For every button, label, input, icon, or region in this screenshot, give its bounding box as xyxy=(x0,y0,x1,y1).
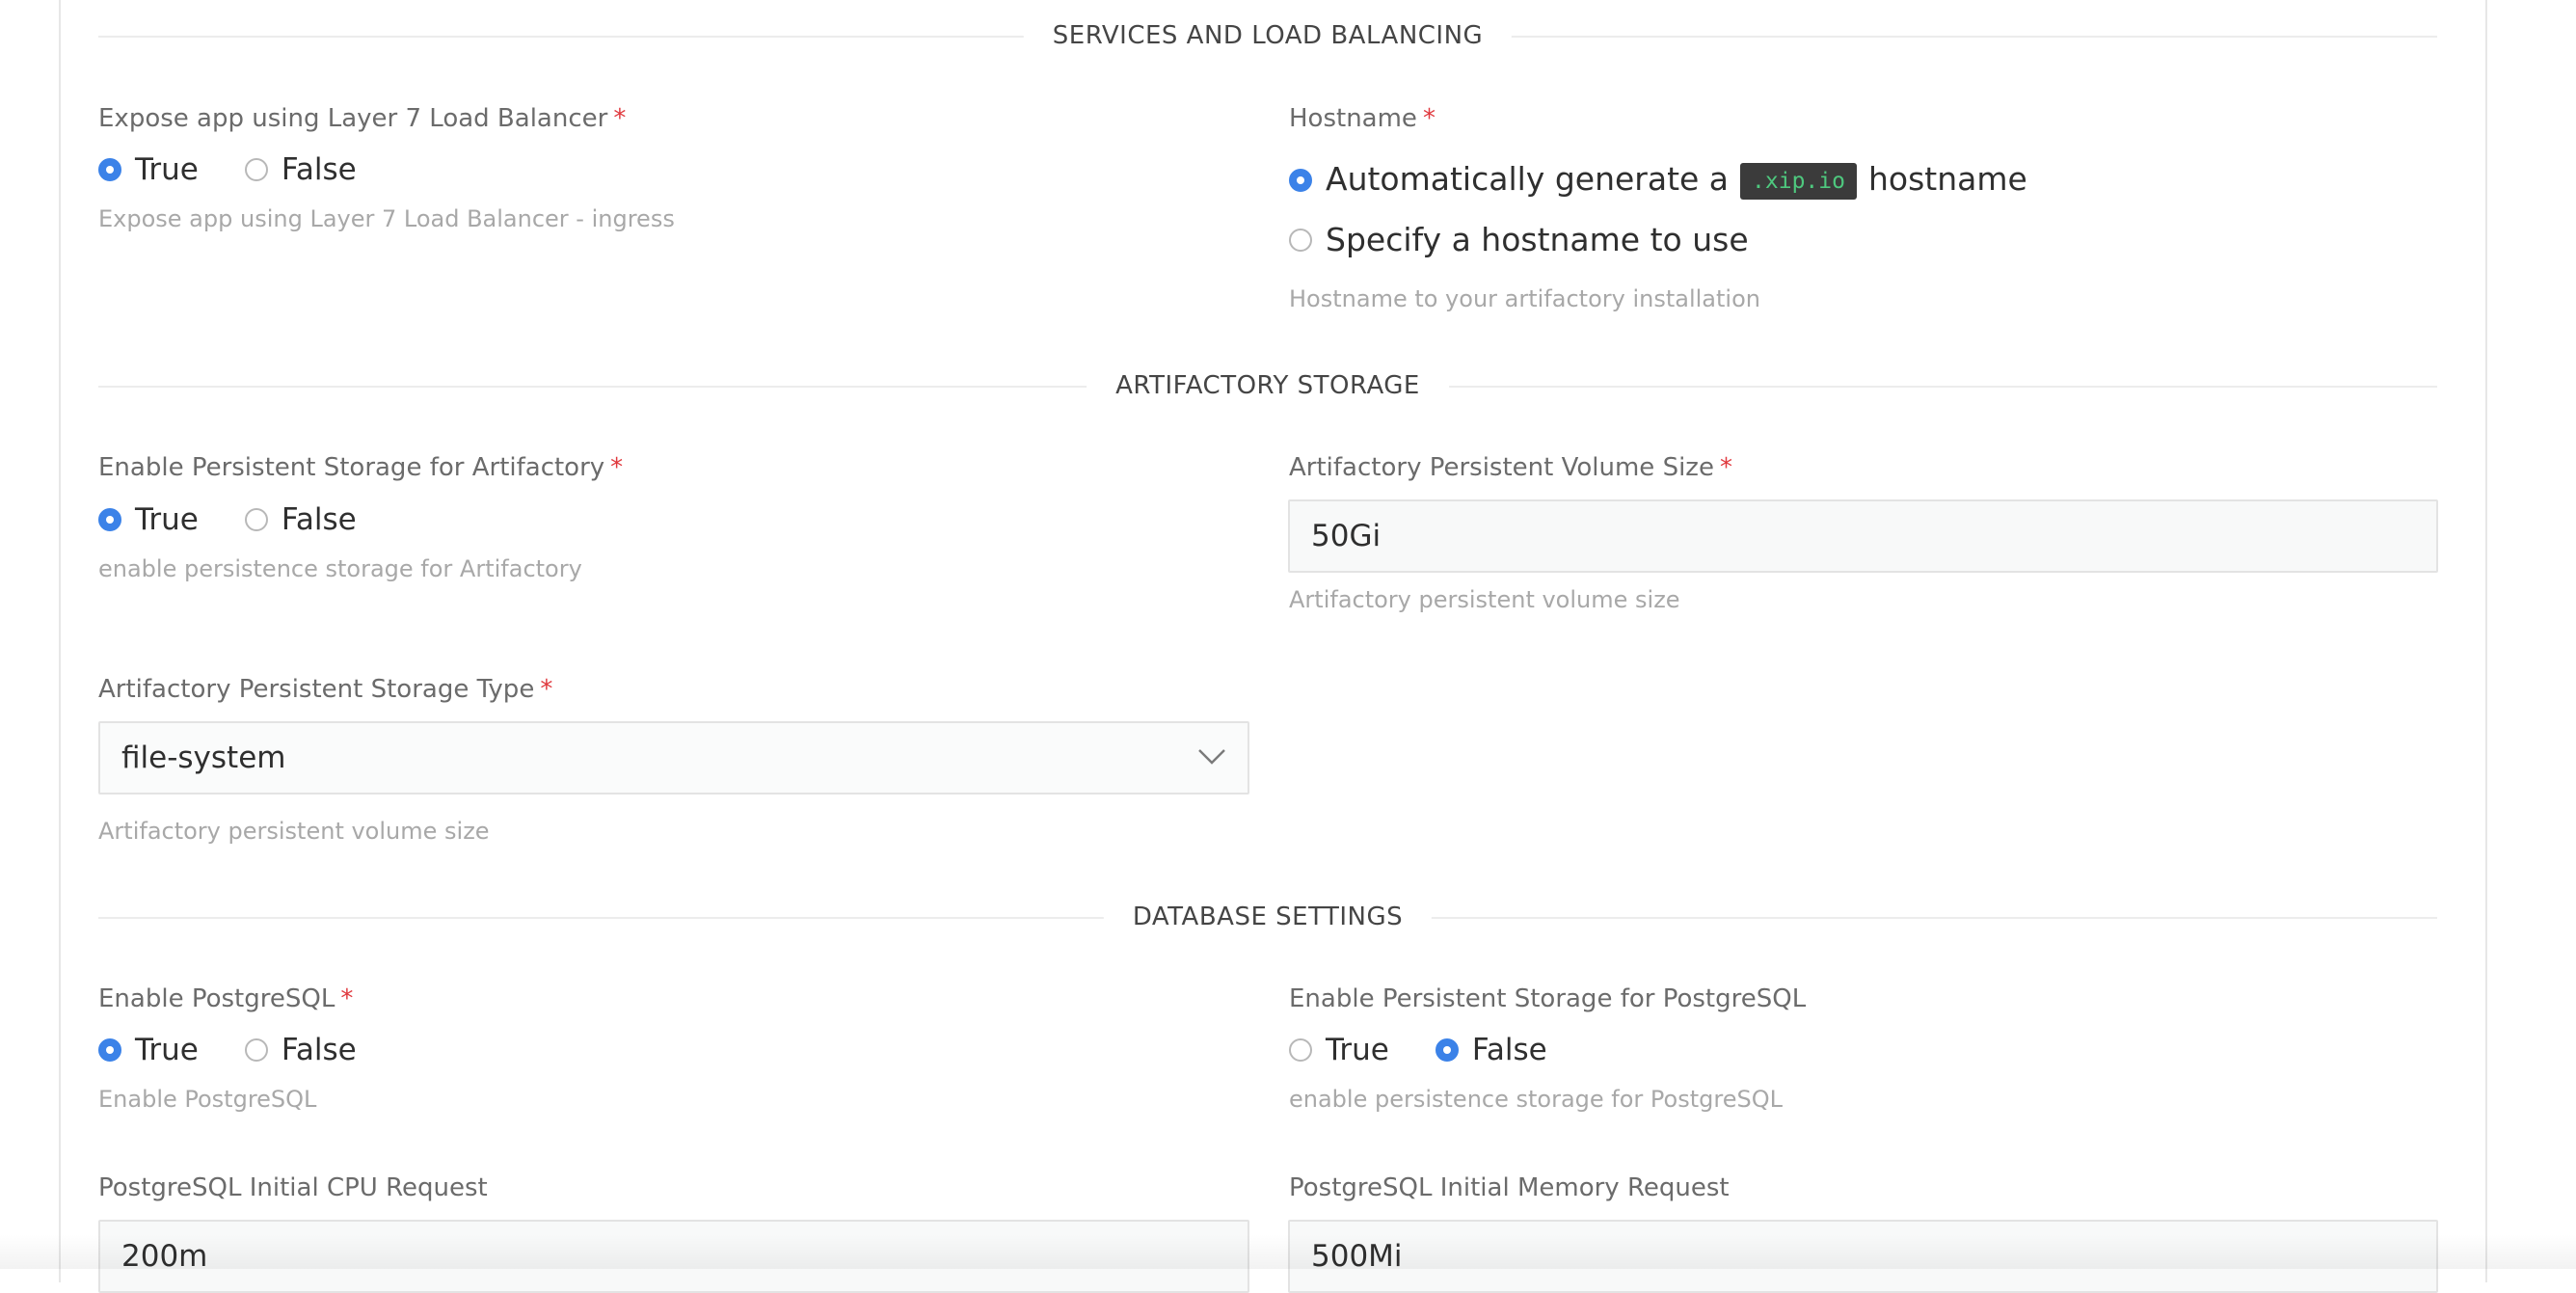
persistence-hint: enable persistence storage for Artifacto… xyxy=(98,555,582,582)
volume-size-hint: Artifactory persistent volume size xyxy=(1289,586,1680,613)
radio-dot-selected xyxy=(98,508,121,531)
radio-dot xyxy=(1289,229,1312,252)
postgres-persistence-false-radio[interactable]: False xyxy=(1435,1033,1547,1067)
expose-field-label: Expose app using Layer 7 Load Balancer * xyxy=(98,104,626,133)
storage-type-select[interactable]: file-system xyxy=(98,721,1249,795)
postgres-field-label: Enable PostgreSQL * xyxy=(98,984,353,1013)
hostname-auto-radio[interactable]: Automatically generate a .xip.io hostname xyxy=(1289,162,2027,200)
volume-size-input[interactable]: 50Gi xyxy=(1288,499,2438,573)
chevron-down-icon xyxy=(1198,749,1225,765)
label-text: Artifactory Persistent Storage Type xyxy=(98,675,535,704)
radio-label: False xyxy=(281,1033,357,1067)
persistence-false-radio[interactable]: False xyxy=(244,502,357,537)
storage-type-field-label: Artifactory Persistent Storage Type * xyxy=(98,675,552,704)
radio-label: False xyxy=(281,152,357,187)
postgres-persistence-radio-group: True False xyxy=(1289,1033,1594,1067)
auto-prefix: Automatically generate a xyxy=(1326,160,1730,198)
expose-false-radio[interactable]: False xyxy=(244,152,357,187)
required-marker: * xyxy=(613,104,627,133)
section-header-storage: ARTIFACTORY STORAGE xyxy=(98,371,2437,400)
radio-label: False xyxy=(1471,1033,1547,1067)
section-header-database: DATABASE SETTINGS xyxy=(98,902,2437,931)
input-value: 50Gi xyxy=(1311,519,1382,553)
hostname-specify-row: Specify a hostname to use xyxy=(1289,223,1795,257)
expose-radio-group: True False xyxy=(98,152,403,187)
label-text: Hostname xyxy=(1289,104,1417,133)
required-marker: * xyxy=(610,453,624,482)
hostname-hint: Hostname to your artifactory installatio… xyxy=(1289,285,1760,312)
volume-size-field-label: Artifactory Persistent Volume Size * xyxy=(1289,453,1732,482)
select-value: file-system xyxy=(121,741,286,775)
expose-true-radio[interactable]: True xyxy=(98,152,199,187)
persistence-radio-group: True False xyxy=(98,502,403,537)
radio-label: Specify a hostname to use xyxy=(1326,221,1749,258)
hostname-auto-row: Automatically generate a .xip.io hostname xyxy=(1289,162,2074,200)
required-marker: * xyxy=(1719,453,1732,482)
radio-dot-selected xyxy=(98,158,121,181)
postgres-radio-group: True False xyxy=(98,1033,403,1067)
postgres-persistence-true-radio[interactable]: True xyxy=(1289,1033,1389,1067)
auto-suffix: hostname xyxy=(1867,160,2027,198)
radio-dot xyxy=(244,508,268,531)
radio-label: True xyxy=(1326,1033,1389,1067)
hostname-specify-radio[interactable]: Specify a hostname to use xyxy=(1289,223,1749,257)
label-text: Enable PostgreSQL xyxy=(98,984,335,1013)
radio-label: Automatically generate a .xip.io hostname xyxy=(1326,162,2027,200)
xip-code-badge: .xip.io xyxy=(1740,162,1857,200)
radio-dot-selected xyxy=(1435,1038,1459,1062)
radio-dot xyxy=(244,158,268,181)
postgres-hint: Enable PostgreSQL xyxy=(98,1086,317,1113)
radio-dot-selected xyxy=(98,1038,121,1062)
memory-request-field-label: PostgreSQL Initial Memory Request xyxy=(1289,1173,1730,1202)
label-text: Enable Persistent Storage for Artifactor… xyxy=(98,453,605,482)
label-text: Enable Persistent Storage for PostgreSQL xyxy=(1289,984,1807,1013)
form-card xyxy=(59,0,2487,1282)
memory-request-input[interactable]: 500Mi xyxy=(1288,1220,2438,1293)
radio-dot-selected xyxy=(1289,169,1312,193)
hostname-field-label: Hostname * xyxy=(1289,104,1436,133)
cpu-request-input[interactable]: 200m xyxy=(98,1220,1249,1293)
required-marker: * xyxy=(1422,104,1436,133)
cpu-request-field-label: PostgreSQL Initial CPU Request xyxy=(98,1173,488,1202)
label-text: PostgreSQL Initial CPU Request xyxy=(98,1173,488,1202)
postgres-persistence-hint: enable persistence storage for PostgreSQ… xyxy=(1289,1086,1783,1113)
section-title: ARTIFACTORY STORAGE xyxy=(1087,371,1449,400)
postgres-persistence-field-label: Enable Persistent Storage for PostgreSQL xyxy=(1289,984,1806,1013)
radio-dot xyxy=(1289,1038,1312,1062)
postgres-true-radio[interactable]: True xyxy=(98,1033,199,1067)
label-text: Artifactory Persistent Volume Size xyxy=(1289,453,1714,482)
radio-label: True xyxy=(135,502,199,537)
radio-label: True xyxy=(135,1033,199,1067)
section-title: SERVICES AND LOAD BALANCING xyxy=(1023,21,1513,50)
required-marker: * xyxy=(340,984,354,1013)
label-text: Expose app using Layer 7 Load Balancer xyxy=(98,104,608,133)
storage-type-hint: Artifactory persistent volume size xyxy=(98,818,490,845)
required-marker: * xyxy=(540,675,553,704)
persistence-true-radio[interactable]: True xyxy=(98,502,199,537)
expose-hint: Expose app using Layer 7 Load Balancer -… xyxy=(98,205,675,232)
persistence-field-label: Enable Persistent Storage for Artifactor… xyxy=(98,453,623,482)
section-header-services: SERVICES AND LOAD BALANCING xyxy=(98,21,2437,50)
radio-label: False xyxy=(281,502,357,537)
label-text: PostgreSQL Initial Memory Request xyxy=(1289,1173,1730,1202)
postgres-false-radio[interactable]: False xyxy=(244,1033,357,1067)
radio-label: True xyxy=(135,152,199,187)
section-title: DATABASE SETTINGS xyxy=(1103,902,1433,931)
radio-dot xyxy=(244,1038,268,1062)
